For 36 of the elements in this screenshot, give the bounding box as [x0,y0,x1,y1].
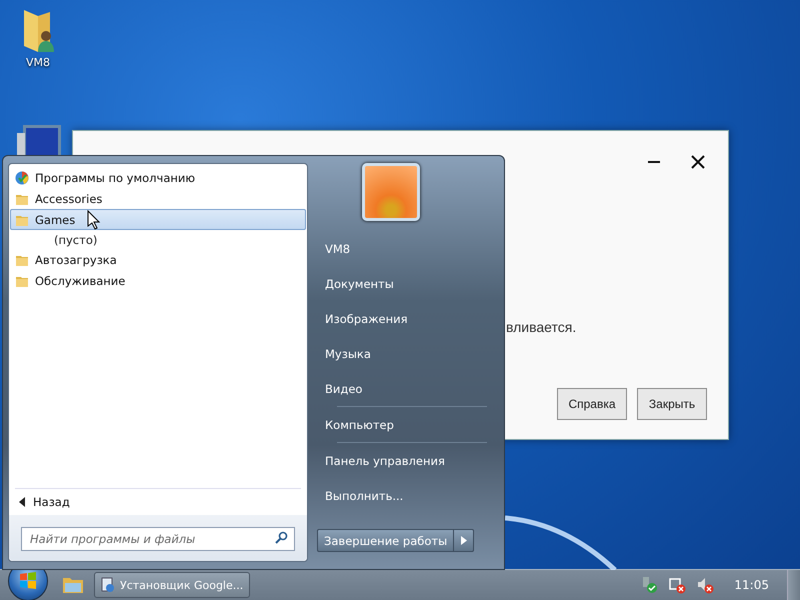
program-item[interactable]: Accessories [10,188,306,209]
minimize-icon [648,161,660,163]
program-item[interactable]: Games [10,209,306,230]
default-programs-icon [15,170,29,184]
dialog-button[interactable]: Закрыть [637,388,707,420]
windows-logo [18,571,38,591]
program-item[interactable]: Обслуживание [10,270,306,291]
start-menu-link[interactable]: Изображения [317,301,416,336]
computer-icon[interactable] [15,123,63,155]
search-field[interactable]: Найти программы и файлы [21,527,295,551]
start-menu-link[interactable]: VM8 [317,231,358,266]
shutdown-button[interactable]: Завершение работы [317,529,454,552]
program-item[interactable]: Автозагрузка [10,249,306,270]
installer-icon [100,577,116,593]
start-menu-link[interactable]: Компьютер [317,407,402,442]
dialog-button[interactable]: Справка [557,388,627,420]
search-icon [275,531,288,544]
clock[interactable]: 11:05 [734,578,769,592]
dialog-message: вливается. [506,319,576,335]
close-button[interactable] [689,153,707,171]
shutdown-options-button[interactable] [454,529,474,552]
left-triangle-icon [19,497,25,507]
safe-remove-icon[interactable] [640,576,658,594]
start-menu-link[interactable]: Документы [317,266,402,301]
speaker-muted-icon[interactable] [696,576,714,594]
close-icon [691,155,705,169]
empty-folder-note: (пусто) [53,232,98,248]
right-triangle-icon [460,536,467,545]
start-menu-link[interactable]: Видео [317,371,370,406]
start-menu-link[interactable]: Выполнить... [317,478,412,513]
program-item[interactable]: Программы по умолчанию [10,167,306,188]
network-error-icon[interactable] [668,576,686,594]
start-menu-link[interactable]: Панель управления [317,443,453,478]
desktop-icon-label: VM8 [26,56,50,69]
start-menu-link[interactable]: Музыка [317,336,379,371]
mouse-cursor-icon [87,210,101,230]
